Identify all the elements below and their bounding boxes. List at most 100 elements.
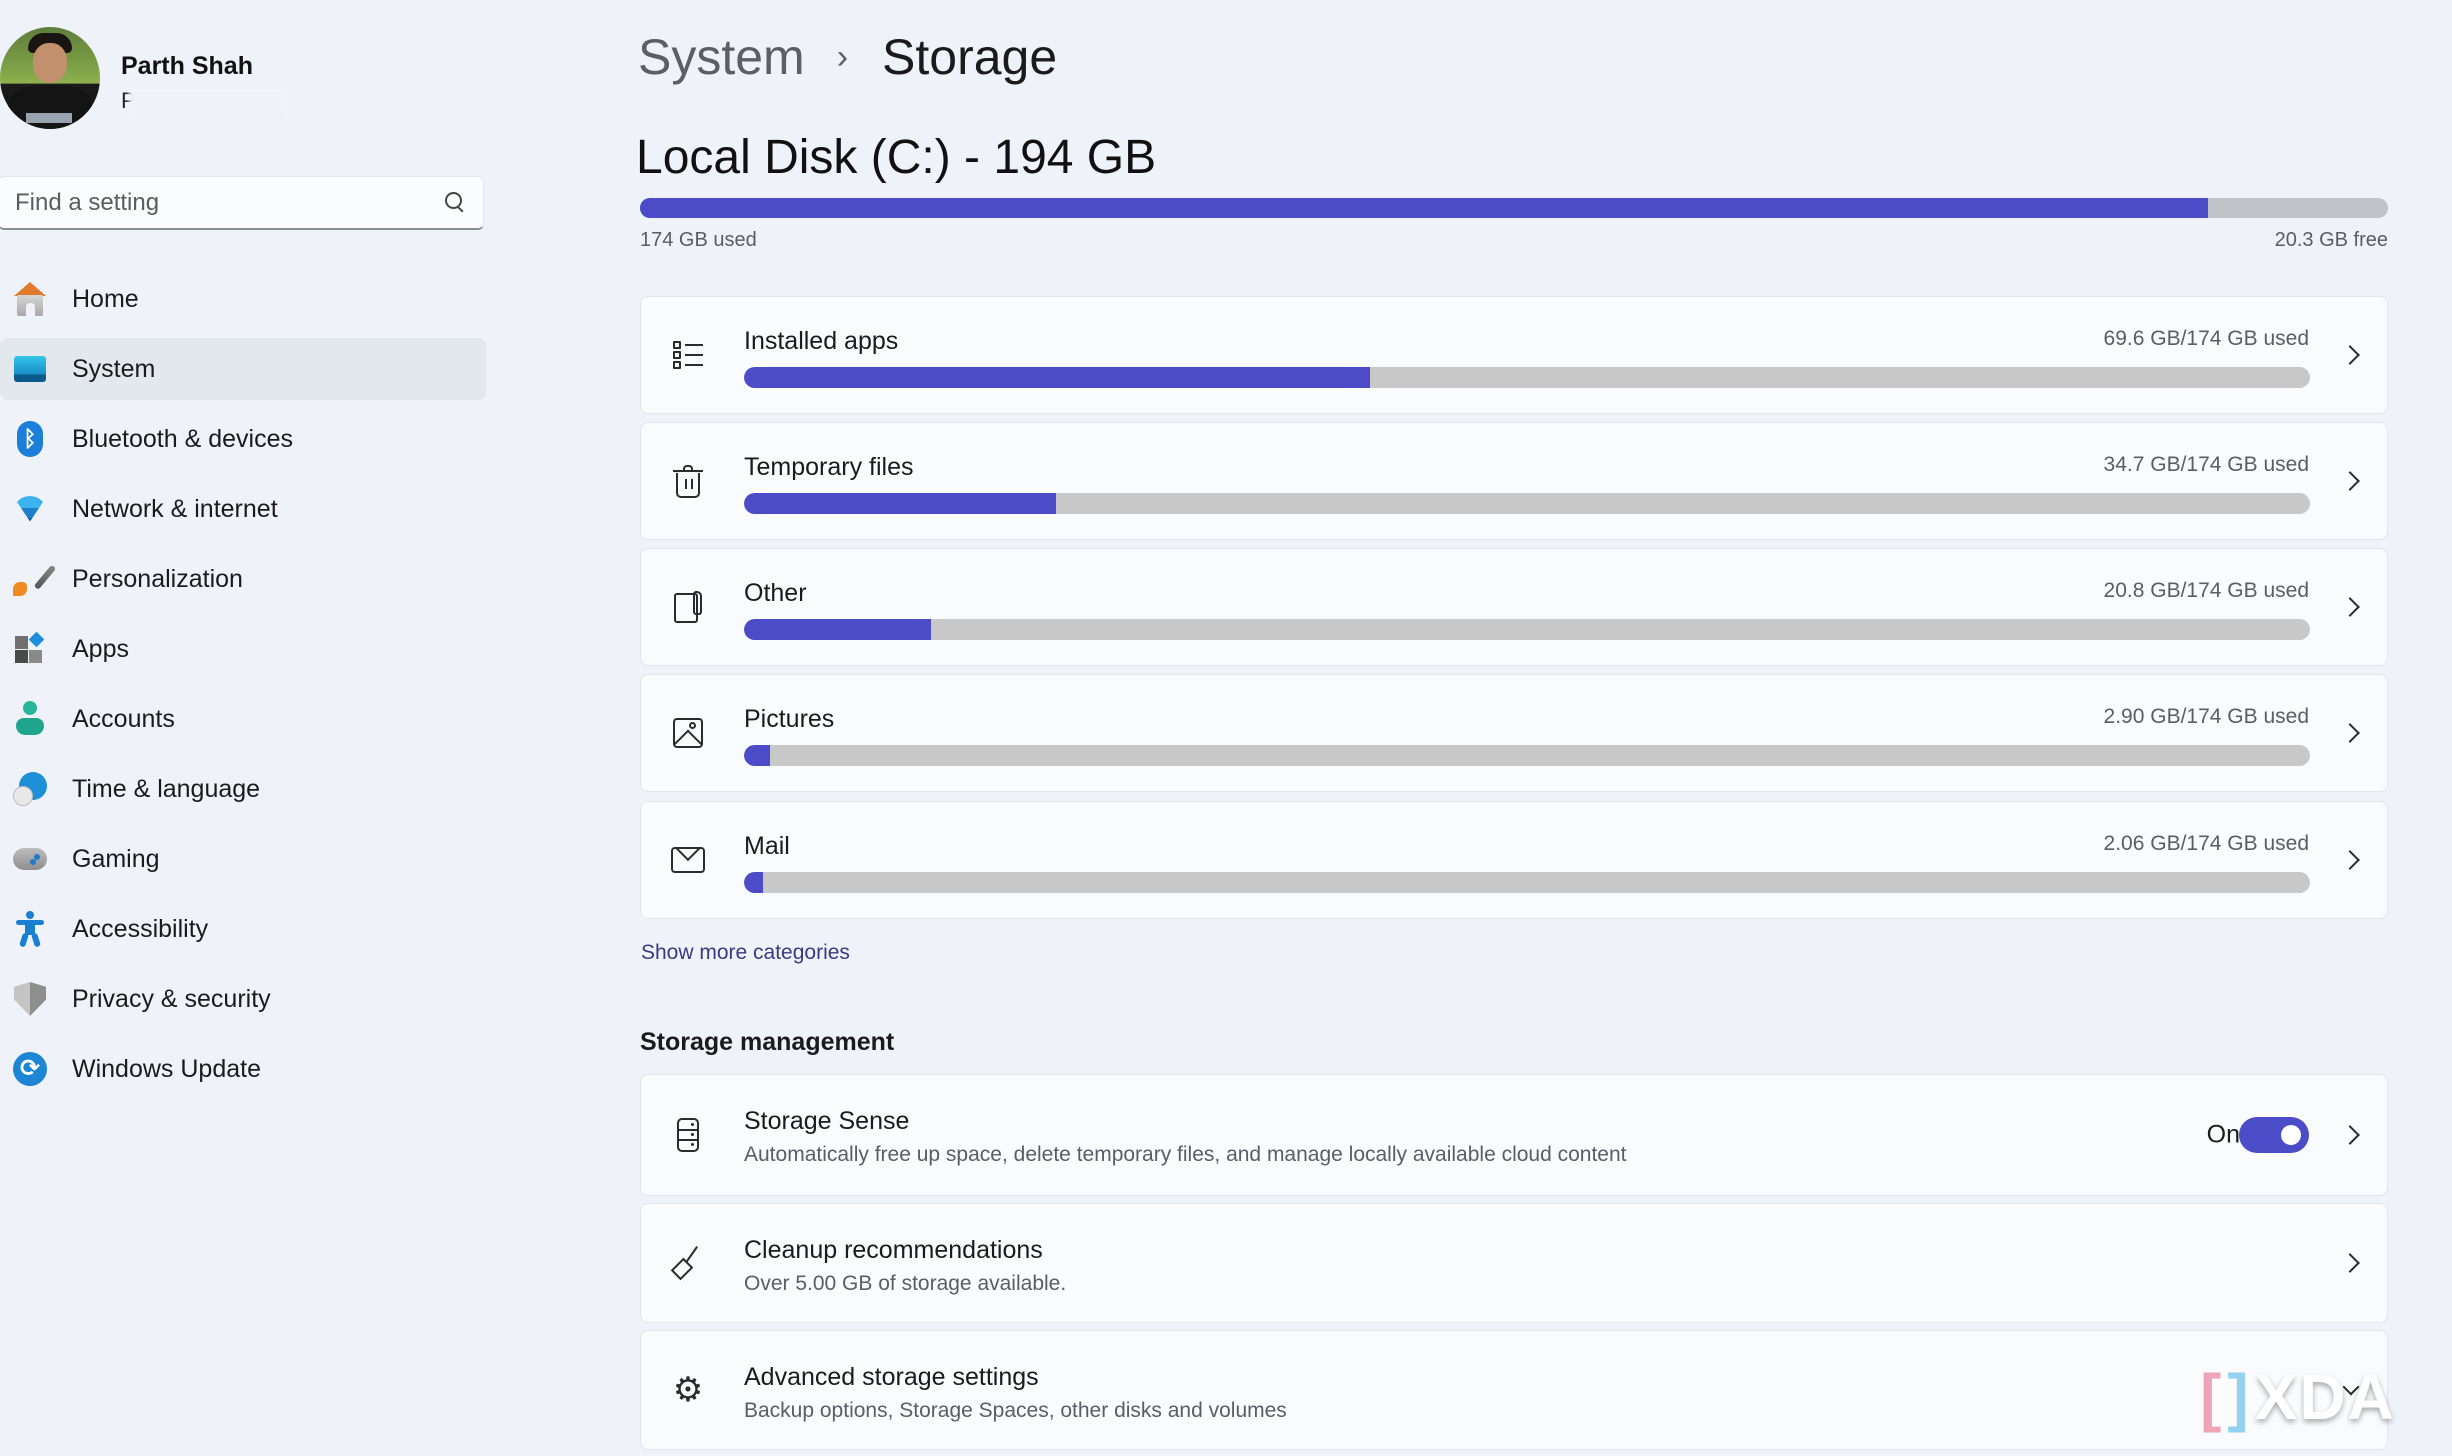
- show-more-categories-link[interactable]: Show more categories: [641, 941, 850, 965]
- setting-description: Over 5.00 GB of storage available.: [744, 1272, 1067, 1295]
- advanced-storage-settings-card[interactable]: ⚙ Advanced storage settings Backup optio…: [640, 1330, 2388, 1450]
- paintbrush-icon: [12, 561, 57, 597]
- sidebar-item-label: Privacy & security: [72, 984, 271, 1013]
- category-name: Temporary files: [744, 453, 914, 481]
- sidebar-item-label: Accounts: [72, 704, 175, 733]
- category-usage-bar: [744, 872, 2310, 893]
- xda-watermark: [] XDA: [2200, 1361, 2396, 1433]
- document-icon: [671, 590, 705, 624]
- search-box[interactable]: [0, 176, 484, 230]
- search-icon[interactable]: [445, 191, 467, 214]
- breadcrumb-parent[interactable]: System: [638, 28, 805, 86]
- sidebar: Parth Shah P Home System ᛒ Bluetooth & d…: [0, 0, 490, 1456]
- wifi-icon: [12, 491, 48, 527]
- broom-icon: [670, 1246, 705, 1281]
- category-usage-fill: [744, 872, 763, 893]
- apps-icon: [12, 631, 48, 667]
- sync-icon: ⟳: [12, 1051, 48, 1087]
- breadcrumb: System › Storage: [638, 28, 1057, 86]
- category-card-other[interactable]: Other 20.8 GB/174 GB used: [640, 548, 2388, 666]
- category-usage: 2.90 GB/174 GB used: [2103, 705, 2309, 728]
- globe-clock-icon: [12, 771, 48, 807]
- category-card-installed-apps[interactable]: Installed apps 69.6 GB/174 GB used: [640, 296, 2388, 414]
- page-title: Storage: [882, 29, 1058, 85]
- setting-description: Backup options, Storage Spaces, other di…: [744, 1399, 1287, 1422]
- sidebar-nav: Home System ᛒ Bluetooth & devices Networ…: [0, 268, 486, 1108]
- trash-icon: [671, 464, 705, 498]
- disk-used-label: 174 GB used: [640, 229, 757, 251]
- sidebar-item-bluetooth[interactable]: ᛒ Bluetooth & devices: [0, 408, 486, 470]
- home-icon: [12, 281, 48, 317]
- sidebar-item-label: Home: [72, 284, 139, 313]
- sidebar-item-label: Time & language: [72, 774, 261, 803]
- chevron-right-icon: [2340, 723, 2360, 743]
- category-usage: 20.8 GB/174 GB used: [2103, 579, 2309, 602]
- setting-name: Storage Sense: [744, 1107, 910, 1135]
- category-usage-bar: [744, 745, 2310, 766]
- sidebar-item-accounts[interactable]: Accounts: [0, 688, 486, 750]
- sidebar-item-label: Gaming: [72, 844, 160, 873]
- user-avatar[interactable]: [0, 27, 100, 129]
- sidebar-item-label: Windows Update: [72, 1054, 261, 1083]
- storage-sense-card[interactable]: Storage Sense Automatically free up spac…: [640, 1074, 2388, 1196]
- category-name: Other: [744, 579, 807, 607]
- setting-name: Cleanup recommendations: [744, 1236, 1043, 1264]
- person-icon: [12, 701, 48, 737]
- chevron-right-icon: [2340, 345, 2360, 365]
- category-usage-fill: [744, 619, 932, 640]
- user-email: P: [121, 88, 291, 118]
- accessibility-icon: [12, 911, 48, 948]
- setting-name: Advanced storage settings: [744, 1363, 1039, 1391]
- disk-free-label: 20.3 GB free: [2274, 229, 2388, 251]
- storage-drive-icon: [671, 1118, 705, 1152]
- chevron-right-icon: [2340, 1253, 2360, 1273]
- gear-icon: ⚙: [672, 1371, 704, 1409]
- category-usage-bar: [744, 367, 2310, 388]
- bluetooth-icon: ᛒ: [12, 421, 48, 457]
- sidebar-item-privacy-security[interactable]: Privacy & security: [0, 968, 486, 1030]
- disk-usage-fill: [640, 198, 2208, 218]
- chevron-right-icon: [2340, 850, 2360, 870]
- sidebar-item-windows-update[interactable]: ⟳ Windows Update: [0, 1038, 486, 1100]
- category-name: Mail: [744, 832, 790, 860]
- shield-icon: [12, 981, 48, 1017]
- toggle-state-label: On: [2206, 1120, 2240, 1149]
- sidebar-item-system[interactable]: System: [0, 338, 486, 400]
- chevron-right-icon: [2340, 597, 2360, 617]
- sidebar-item-apps[interactable]: Apps: [0, 618, 486, 680]
- sidebar-item-label: Personalization: [72, 564, 243, 593]
- sidebar-item-gaming[interactable]: Gaming: [0, 828, 486, 890]
- sidebar-item-network[interactable]: Network & internet: [0, 478, 486, 540]
- image-icon: [671, 716, 705, 750]
- category-card-temporary-files[interactable]: Temporary files 34.7 GB/174 GB used: [640, 422, 2388, 540]
- category-card-mail[interactable]: Mail 2.06 GB/174 GB used: [640, 801, 2388, 919]
- sidebar-item-accessibility[interactable]: Accessibility: [0, 898, 486, 960]
- sidebar-item-time-language[interactable]: Time & language: [0, 758, 486, 820]
- sidebar-item-personalization[interactable]: Personalization: [0, 548, 486, 610]
- category-usage-fill: [744, 745, 771, 766]
- system-icon: [12, 351, 48, 387]
- cleanup-recommendations-card[interactable]: Cleanup recommendations Over 5.00 GB of …: [640, 1203, 2388, 1323]
- sidebar-item-label: Accessibility: [72, 914, 209, 943]
- gamepad-icon: [12, 841, 48, 877]
- category-usage: 34.7 GB/174 GB used: [2103, 453, 2309, 476]
- search-input[interactable]: [15, 188, 445, 217]
- sidebar-item-label: Network & internet: [72, 494, 278, 523]
- storage-sense-toggle[interactable]: [2239, 1117, 2309, 1153]
- chevron-right-icon: [2340, 1125, 2360, 1145]
- list-icon: [671, 338, 705, 372]
- category-card-pictures[interactable]: Pictures 2.90 GB/174 GB used: [640, 674, 2388, 792]
- category-usage-bar: [744, 619, 2310, 640]
- chevron-right-icon: ›: [836, 38, 849, 76]
- storage-management-heading: Storage management: [640, 1028, 895, 1056]
- category-usage-fill: [744, 367, 1371, 388]
- disk-title: Local Disk (C:) - 194 GB: [636, 131, 1157, 184]
- category-name: Pictures: [744, 705, 835, 733]
- sidebar-item-label: Apps: [72, 634, 129, 663]
- category-name: Installed apps: [744, 327, 899, 355]
- user-name: Parth Shah: [121, 52, 253, 80]
- chevron-right-icon: [2340, 471, 2360, 491]
- category-usage-fill: [744, 493, 1057, 514]
- setting-description: Automatically free up space, delete temp…: [744, 1143, 1627, 1166]
- sidebar-item-home[interactable]: Home: [0, 268, 486, 330]
